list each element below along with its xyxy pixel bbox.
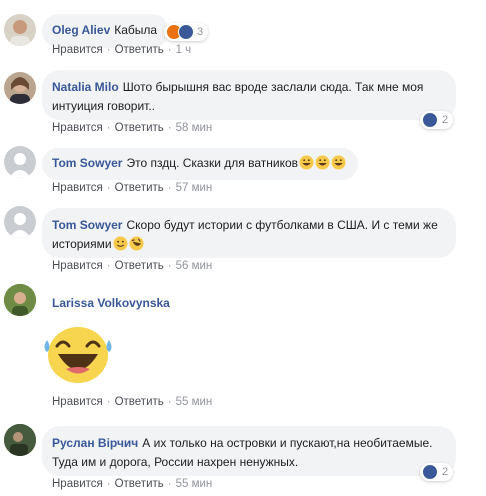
- reply-link[interactable]: Ответить: [115, 478, 164, 490]
- grinning-sweat-emoji: [331, 155, 346, 170]
- avatar[interactable]: [4, 72, 36, 104]
- comment-author[interactable]: Tom Sowyer: [52, 218, 122, 232]
- like-icon: [422, 112, 438, 128]
- reaction-count: 2: [442, 466, 449, 478]
- laughing-tears-sticker: [42, 322, 114, 389]
- comment-time[interactable]: 1 ч: [176, 44, 192, 56]
- comment-actions: Нравится · Ответить · 55 мин: [52, 478, 213, 490]
- comment-time[interactable]: 55 мин: [176, 478, 213, 490]
- reaction-count: 2: [442, 114, 449, 126]
- comment-author[interactable]: Tom Sowyer: [52, 156, 122, 170]
- comment-actions: Нравится · Ответить · 55 мин: [52, 396, 213, 408]
- grinning-sweat-emoji: [315, 155, 330, 170]
- smiling-emoji: [113, 236, 128, 251]
- reaction-summary[interactable]: 3: [164, 23, 209, 41]
- like-link[interactable]: Нравится: [52, 44, 103, 56]
- comment-text: Кабыла: [114, 23, 158, 37]
- comment-actions: Нравится · Ответить · 56 мин: [52, 260, 213, 272]
- reply-link[interactable]: Ответить: [115, 122, 164, 134]
- comment-actions: Нравится · Ответить · 1 ч: [52, 44, 192, 56]
- reaction-count: 3: [197, 26, 204, 38]
- like-link[interactable]: Нравится: [52, 396, 103, 408]
- reply-link[interactable]: Ответить: [115, 182, 164, 194]
- avatar[interactable]: [4, 206, 36, 238]
- comment-actions: Нравится · Ответить · 57 мин: [52, 182, 213, 194]
- grinning-sweat-emoji: [299, 155, 314, 170]
- comment-time[interactable]: 57 мин: [176, 182, 213, 194]
- avatar[interactable]: [4, 284, 36, 316]
- comment-bubble: Tom Sowyer Скоро будут истории с футболка…: [42, 208, 456, 258]
- comment-bubble: Natalia Milo Шото бырышня вас вроде засла…: [42, 70, 456, 120]
- comment-bubble: Oleg Aliev Кабыла: [42, 14, 170, 48]
- comment-text: Это пздц. Сказки для ватников: [126, 156, 298, 170]
- reaction-summary[interactable]: 2: [420, 463, 454, 481]
- comment-time[interactable]: 55 мин: [176, 396, 213, 408]
- reaction-summary[interactable]: 2: [420, 111, 454, 129]
- avatar[interactable]: [4, 146, 36, 178]
- like-link[interactable]: Нравится: [52, 122, 103, 134]
- comment-bubble: Larissa Volkovynska: [42, 290, 186, 318]
- comment-time[interactable]: 58 мин: [176, 122, 213, 134]
- reply-link[interactable]: Ответить: [115, 260, 164, 272]
- comment-bubble: Tom Sowyer Это пздц. Сказки для ватников: [42, 148, 358, 180]
- comment-author[interactable]: Руслан Вірчич: [52, 436, 138, 450]
- comment-author[interactable]: Oleg Aliev: [52, 23, 110, 37]
- like-link[interactable]: Нравится: [52, 260, 103, 272]
- comment-bubble: Руслан Вірчич А их только на островки и п…: [42, 426, 456, 476]
- comment-author[interactable]: Natalia Milo: [52, 80, 119, 94]
- comment-time[interactable]: 56 мин: [176, 260, 213, 272]
- comment-actions: Нравится · Ответить · 58 мин: [52, 122, 213, 134]
- like-link[interactable]: Нравится: [52, 182, 103, 194]
- avatar[interactable]: [4, 14, 36, 46]
- comment-author[interactable]: Larissa Volkovynska: [52, 296, 170, 310]
- like-icon: [422, 464, 438, 480]
- avatar[interactable]: [4, 424, 36, 456]
- reply-link[interactable]: Ответить: [115, 44, 164, 56]
- rolling-laughing-emoji: [129, 236, 144, 251]
- like-icon: [178, 24, 194, 40]
- reply-link[interactable]: Ответить: [115, 396, 164, 408]
- like-link[interactable]: Нравится: [52, 478, 103, 490]
